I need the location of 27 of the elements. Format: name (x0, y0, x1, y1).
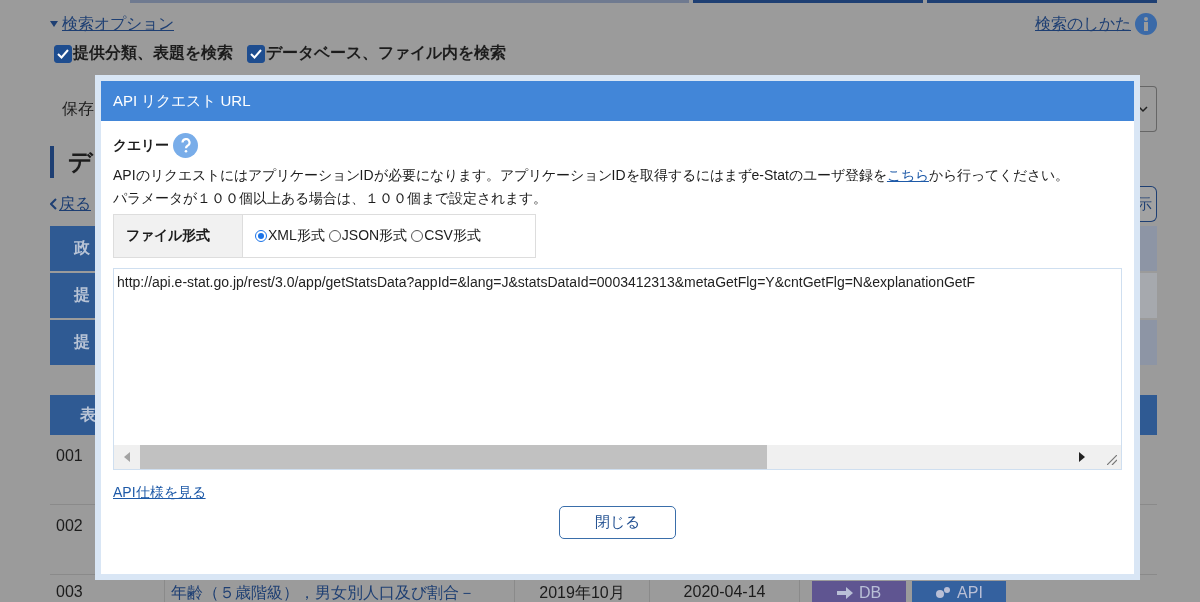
close-button[interactable]: 閉じる (559, 506, 676, 539)
format-label: ファイル形式 (114, 215, 243, 257)
info-icon (1135, 13, 1157, 35)
caret-icon (1138, 105, 1148, 113)
help-link[interactable]: 検索のしかた (1035, 13, 1131, 35)
right-arrow-icon[interactable] (1079, 452, 1085, 462)
search-checkbox[interactable]: データベース、ファイル内を検索 (247, 43, 506, 64)
format-radio[interactable]: JSON形式 (328, 227, 408, 245)
format-radio[interactable]: CSV形式 (411, 227, 481, 245)
api-button[interactable]: API (912, 581, 1006, 602)
url-text-area[interactable]: http://api.e-stat.go.jp/rest/3.0/app/getStatsData?appId=&lang=J&statsDataId=0003412313&metaGetFlg=Y&cntGetFlg=N&explanationGetF (113, 268, 1122, 470)
check-icon (250, 48, 262, 59)
chevron-left-icon (50, 198, 57, 210)
resize-grip-icon[interactable] (1107, 455, 1117, 465)
parameter-note: パラメータが１００個以上ある場合は、１００個まで設定されます。 (113, 189, 548, 208)
help-icon[interactable] (173, 133, 198, 158)
save-label: 保存 (62, 98, 94, 119)
dialog-title: API リクエスト URL (101, 81, 1134, 121)
format-radio[interactable]: XML形式 (255, 227, 325, 245)
horizontal-scrollbar[interactable] (114, 445, 1121, 469)
search-checkbox[interactable]: 提供分類、表題を検索 (54, 43, 233, 64)
back-link[interactable]: 戻る (59, 193, 91, 215)
search-options-link[interactable]: 検索オプション (50, 13, 174, 35)
left-arrow-icon[interactable] (124, 452, 130, 462)
arrow-icon (836, 587, 853, 599)
db-button[interactable]: DB (812, 581, 906, 602)
check-icon (57, 48, 69, 59)
